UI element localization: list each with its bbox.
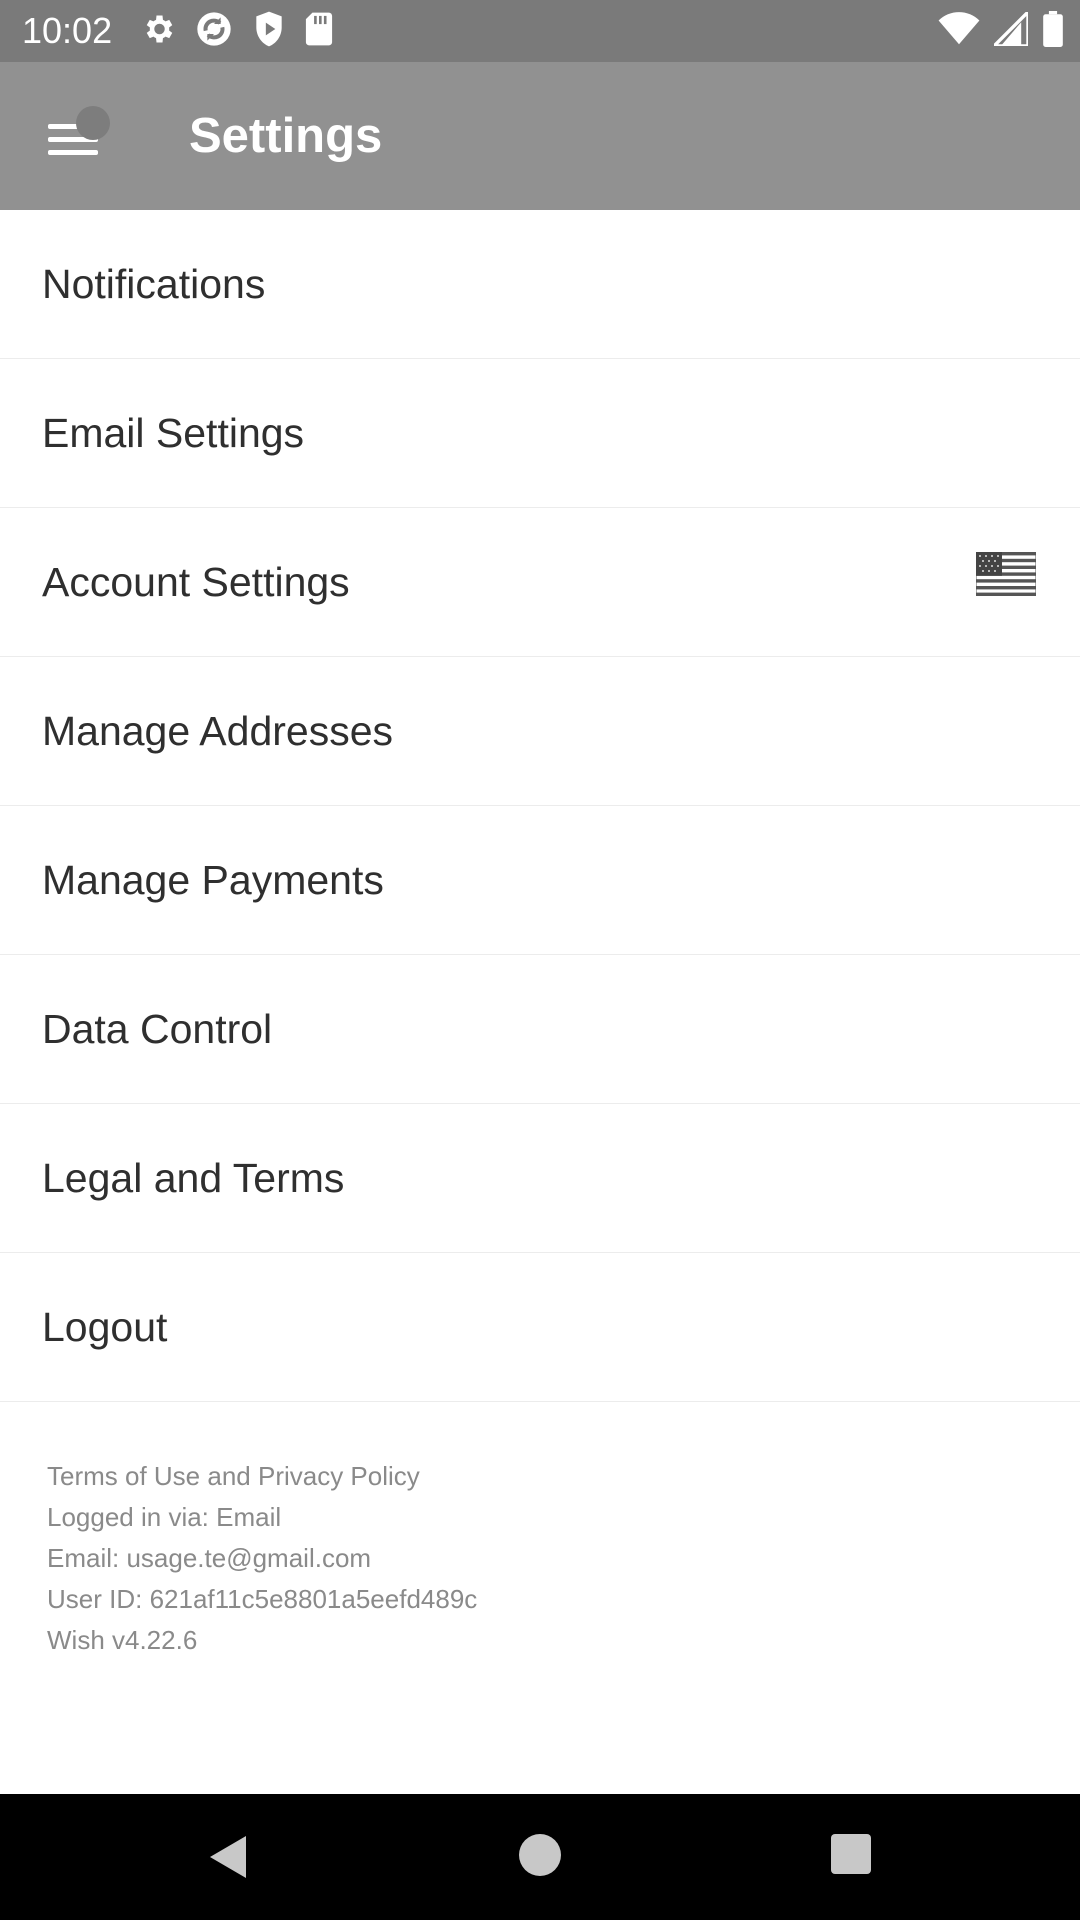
system-nav-bar [0,1794,1080,1920]
status-bar: 10:02 [0,0,1080,62]
status-icons-right [938,7,1064,52]
home-icon[interactable] [519,1834,561,1876]
notification-dot [76,106,110,140]
us-flag-icon [975,551,1037,597]
settings-item-manage-addresses[interactable]: Manage Addresses [0,657,1080,806]
settings-item-logout[interactable]: Logout [0,1253,1080,1402]
settings-item-label: Email Settings [42,410,305,456]
sync-icon [194,9,234,54]
settings-list: Notifications Email Settings Account Set… [0,210,1080,1402]
settings-item-email-settings[interactable]: Email Settings [0,359,1080,508]
settings-item-notifications[interactable]: Notifications [0,210,1080,359]
status-time: 10:02 [22,10,113,51]
settings-item-label: Manage Payments [42,857,384,903]
settings-item-account-settings[interactable]: Account Settings [0,508,1080,657]
sd-card-icon [304,11,334,52]
app-version-text: Wish v4.22.6 [47,1625,198,1655]
settings-item-label: Notifications [42,261,266,307]
settings-item-label: Logout [42,1304,168,1350]
login-method-text: Logged in via: Email [47,1502,282,1532]
status-icons-left [140,10,334,53]
app-toolbar: Settings [0,62,1080,210]
settings-item-manage-payments[interactable]: Manage Payments [0,806,1080,955]
play-shield-icon [252,10,286,53]
menu-button[interactable] [40,106,110,166]
gear-icon [140,11,176,52]
settings-item-data-control[interactable]: Data Control [0,955,1080,1104]
back-icon[interactable] [206,1834,252,1880]
settings-item-label: Legal and Terms [42,1155,345,1201]
user-id-text: User ID: 621af11c5e8801a5eefd489c [47,1584,478,1614]
account-info-footer: Terms of Use and Privacy Policy Logged i… [47,1456,477,1661]
settings-item-label: Account Settings [42,559,350,605]
settings-item-legal-and-terms[interactable]: Legal and Terms [0,1104,1080,1253]
signal-icon [989,7,1030,51]
settings-item-label: Data Control [42,1006,273,1052]
wifi-icon [938,11,980,51]
settings-item-label: Manage Addresses [42,708,394,754]
terms-privacy-link[interactable]: Terms of Use and Privacy Policy [47,1456,477,1497]
email-text: Email: usage.te@gmail.com [47,1543,372,1573]
battery-icon [1042,10,1064,52]
page-title: Settings [189,109,383,163]
recents-icon[interactable] [831,1834,871,1874]
